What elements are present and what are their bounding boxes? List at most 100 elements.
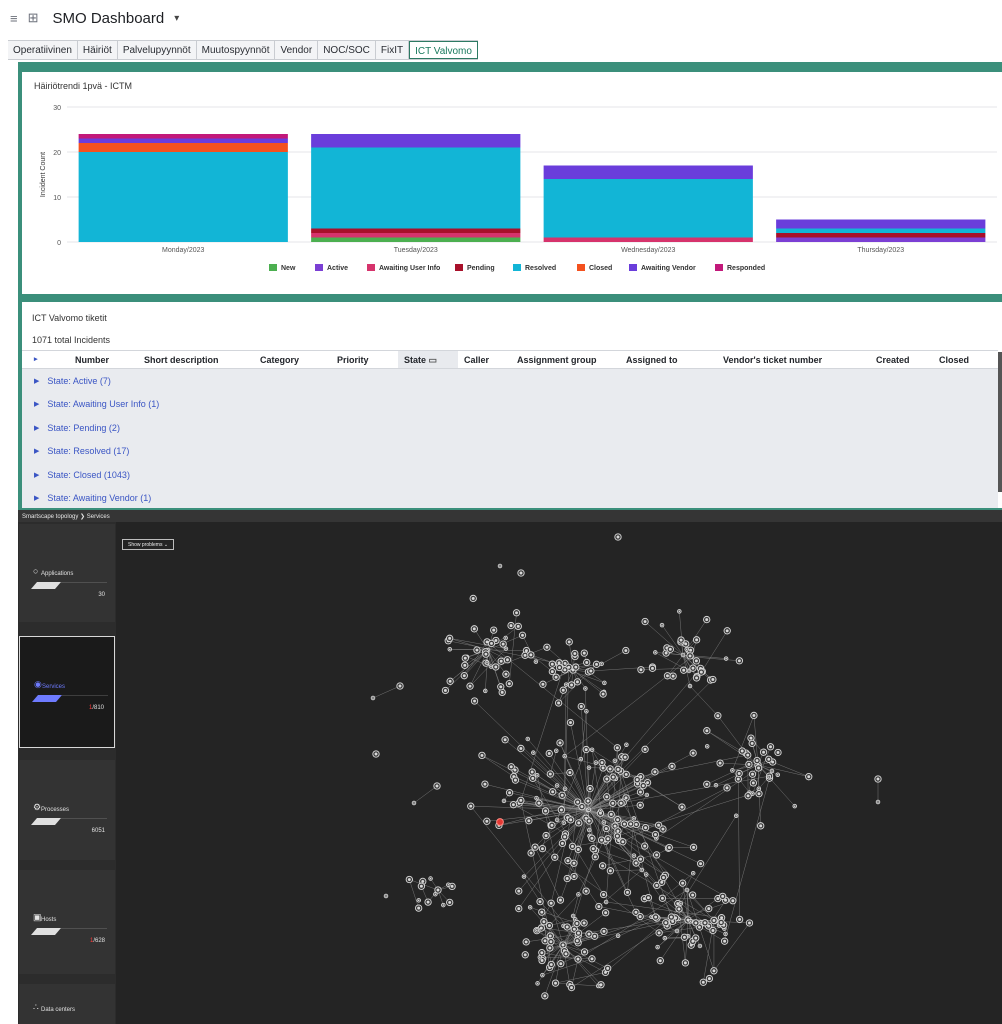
show-problems-dropdown[interactable]: Show problems ⌄ bbox=[122, 539, 175, 550]
bar-segment[interactable] bbox=[311, 233, 521, 238]
bar-segment[interactable] bbox=[543, 165, 753, 180]
tile-applications[interactable]: ○ Applications 30 bbox=[19, 524, 115, 622]
dashboard-grid-icon[interactable]: ⊞ bbox=[28, 10, 39, 26]
legend-entry[interactable]: Resolved bbox=[525, 265, 556, 272]
bar-segment[interactable] bbox=[311, 134, 521, 148]
group-row[interactable]: ▶ State: Awaiting Vendor (1) bbox=[22, 487, 998, 509]
group-label[interactable]: State: Resolved (17) bbox=[47, 446, 129, 456]
bar-segment[interactable] bbox=[776, 228, 986, 234]
chevron-down-icon[interactable]: ▾ bbox=[174, 13, 179, 24]
group-row[interactable]: ▶ State: Closed (1043) bbox=[22, 463, 998, 487]
group-label[interactable]: State: Active (7) bbox=[47, 376, 111, 386]
legend-entry[interactable]: New bbox=[281, 265, 296, 272]
service-node-core bbox=[561, 943, 565, 947]
legend-entry[interactable]: Awaiting Vendor bbox=[641, 265, 696, 272]
column-header-number[interactable]: Number bbox=[75, 355, 109, 365]
service-node-core bbox=[579, 758, 582, 760]
bar-segment[interactable] bbox=[776, 219, 986, 229]
expand-arrow-icon[interactable]: ▶ bbox=[34, 494, 39, 502]
legend-entry[interactable]: Awaiting User Info bbox=[379, 265, 440, 272]
tile-services[interactable]: ◉ Services 1/810 bbox=[19, 636, 115, 748]
column-header-assigned-to[interactable]: Assigned to bbox=[626, 355, 678, 365]
column-header-created[interactable]: Created bbox=[876, 355, 910, 365]
service-node-core bbox=[469, 804, 473, 808]
column-header-assignment-group[interactable]: Assignment group bbox=[517, 355, 597, 365]
service-node-core bbox=[576, 680, 579, 684]
legend-entry[interactable]: Closed bbox=[589, 265, 612, 272]
bar-segment[interactable] bbox=[78, 152, 288, 242]
legend-entry[interactable]: Responded bbox=[727, 265, 765, 272]
tab-ict-valvomo[interactable]: ICT Valvomo bbox=[409, 41, 478, 59]
expand-arrow-icon[interactable]: ▶ bbox=[34, 424, 39, 432]
group-label[interactable]: State: Closed (1043) bbox=[47, 470, 130, 480]
bar-segment[interactable] bbox=[311, 237, 521, 243]
service-node-core bbox=[747, 762, 751, 766]
vertical-scrollbar[interactable] bbox=[998, 352, 1002, 492]
hamburger-icon[interactable]: ≡ bbox=[10, 11, 18, 26]
bar-segment[interactable] bbox=[311, 147, 521, 229]
column-header-caller[interactable]: Caller bbox=[464, 355, 489, 365]
expand-arrow-icon[interactable]: ▶ bbox=[34, 447, 39, 455]
tile-processes[interactable]: ⚙ Processes 6051 bbox=[19, 760, 115, 860]
service-node-core bbox=[584, 748, 588, 752]
group-row[interactable]: ▶ State: Active (7) bbox=[22, 369, 998, 393]
dashboard-title[interactable]: SMO Dashboard bbox=[53, 10, 165, 27]
expand-arrow-icon[interactable]: ▶ bbox=[34, 377, 39, 385]
bar-segment[interactable] bbox=[78, 138, 288, 144]
bar-segment[interactable] bbox=[78, 134, 288, 139]
bar-segment[interactable] bbox=[543, 237, 753, 243]
tab-vendor[interactable]: Vendor bbox=[275, 41, 319, 59]
column-header-category[interactable]: Category bbox=[260, 355, 299, 365]
service-node-core bbox=[601, 692, 605, 696]
service-node-core bbox=[536, 982, 539, 985]
service-node-core bbox=[750, 741, 754, 745]
topology-edge bbox=[606, 668, 701, 780]
column-header-short-description[interactable]: Short description bbox=[144, 355, 219, 365]
tab-operatiivinen[interactable]: Operatiivinen bbox=[8, 41, 78, 59]
expand-all-icon[interactable]: ▸ bbox=[34, 355, 38, 363]
bar-segment[interactable] bbox=[776, 233, 986, 238]
service-node-core bbox=[560, 793, 564, 797]
tile-data-centers[interactable]: ∴ Data centers bbox=[19, 984, 115, 1024]
service-node-core bbox=[570, 986, 573, 990]
column-header-closed[interactable]: Closed bbox=[939, 355, 969, 365]
tab-h-iri-t[interactable]: Häiriöt bbox=[78, 41, 118, 59]
expand-arrow-icon[interactable]: ▶ bbox=[34, 471, 39, 479]
bar-segment[interactable] bbox=[78, 143, 288, 152]
tab-muutospyynn-t[interactable]: Muutospyynnöt bbox=[197, 41, 276, 59]
service-node-core bbox=[695, 676, 699, 680]
problem-service-node[interactable] bbox=[496, 818, 504, 826]
group-row[interactable]: ▶ State: Pending (2) bbox=[22, 416, 998, 440]
breadcrumb-root[interactable]: Smartscape topology bbox=[22, 514, 78, 520]
group-label[interactable]: State: Pending (2) bbox=[47, 423, 120, 433]
service-node-core bbox=[535, 660, 537, 663]
service-node-core bbox=[694, 921, 698, 925]
service-node-core bbox=[703, 921, 707, 925]
legend-entry[interactable]: Active bbox=[327, 265, 348, 272]
group-row[interactable]: ▶ State: Resolved (17) bbox=[22, 440, 998, 464]
service-node-core bbox=[580, 805, 584, 809]
tab-fixit[interactable]: FixIT bbox=[376, 41, 410, 59]
group-label[interactable]: State: Awaiting User Info (1) bbox=[47, 399, 159, 409]
bar-segment[interactable] bbox=[311, 228, 521, 234]
tile-hosts[interactable]: ▣ Hosts 1/628 bbox=[19, 870, 115, 974]
service-node-core bbox=[643, 747, 647, 751]
group-label[interactable]: State: Awaiting Vendor (1) bbox=[47, 493, 151, 503]
column-header-state[interactable]: State ▭ bbox=[398, 351, 458, 368]
service-topology-graph[interactable] bbox=[18, 510, 1002, 1024]
service-node-core bbox=[519, 571, 523, 575]
group-row[interactable]: ▶ State: Awaiting User Info (1) bbox=[22, 393, 998, 417]
bar-segment[interactable] bbox=[543, 179, 753, 238]
service-node-core bbox=[689, 685, 691, 687]
tab-palvelupyynn-t[interactable]: Palvelupyynnöt bbox=[118, 41, 197, 59]
tab-noc-soc[interactable]: NOC/SOC bbox=[318, 41, 376, 59]
column-header-vendor-s-ticket-number[interactable]: Vendor's ticket number bbox=[723, 355, 822, 365]
expand-arrow-icon[interactable]: ▶ bbox=[34, 400, 39, 408]
service-node-core bbox=[723, 939, 727, 943]
service-node-core bbox=[577, 893, 580, 896]
legend-entry[interactable]: Pending bbox=[467, 265, 495, 272]
tile-bar bbox=[32, 695, 108, 702]
bar-segment[interactable] bbox=[776, 237, 986, 243]
column-header-priority[interactable]: Priority bbox=[337, 355, 369, 365]
datacenter-icon: ∴ bbox=[33, 1002, 39, 1012]
